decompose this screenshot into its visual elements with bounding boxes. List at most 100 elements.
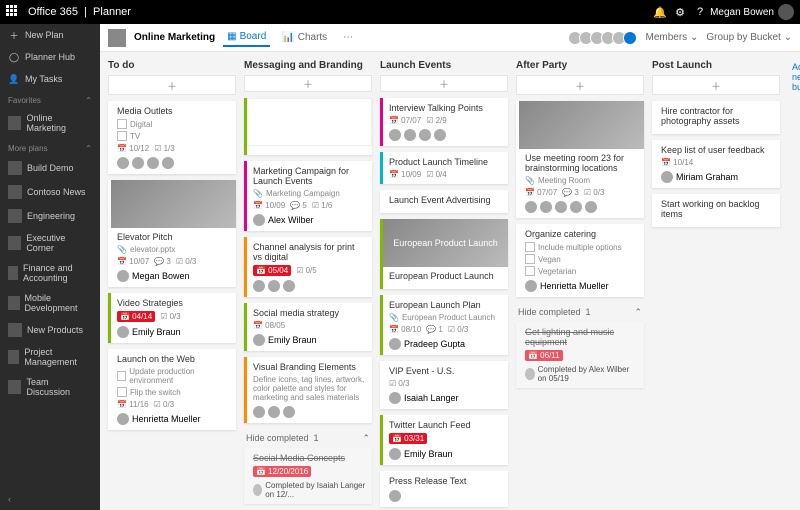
task-card[interactable]: Video Strategies📅 04/14☑ 0/3Emily Braun — [108, 293, 236, 343]
task-card[interactable]: Elevator Pitch📎elevator.pptx📅 10/07💬 3☑ … — [108, 180, 236, 287]
add-task-button[interactable]: ＋ — [652, 75, 780, 95]
avatar — [525, 201, 537, 213]
bucket-column: Launch Events＋ Interview Talking Points📅 … — [380, 58, 508, 504]
checklist-progress: ☑ 0/5 — [296, 266, 317, 275]
checklist-item[interactable]: Vegetarian — [525, 266, 638, 276]
bucket-title[interactable]: Post Launch — [652, 58, 780, 75]
card-title: Product Launch Timeline — [389, 157, 502, 167]
planner-hub-link[interactable]: ◯Planner Hub — [0, 46, 100, 68]
chevron-up-icon: ⌃ — [362, 433, 370, 444]
task-card-completed[interactable]: Get lighting and music equipment📅 06/11C… — [516, 322, 644, 388]
assignee: Henrietta Mueller — [117, 413, 230, 425]
task-card[interactable]: Organize cateringInclude multiple option… — [516, 224, 644, 297]
bucket-title[interactable]: To do — [108, 58, 236, 75]
task-card[interactable]: Hire contractor for photography assets — [652, 101, 780, 134]
task-card[interactable]: Keep list of user feedback📅 10/14Miriam … — [652, 140, 780, 188]
checklist-item[interactable]: Update production environment — [117, 367, 230, 385]
collapse-nav-icon[interactable]: ‹ — [0, 488, 100, 510]
due-badge: 📅 05/04 — [253, 265, 291, 276]
avatar — [525, 280, 537, 292]
bucket-title[interactable]: Messaging and Branding — [244, 58, 372, 75]
plan-members-avatars[interactable] — [571, 31, 637, 45]
chevron-up-icon: ⌃ — [85, 96, 92, 105]
avatar — [389, 448, 401, 460]
favorites-header[interactable]: Favorites⌃ — [0, 90, 100, 108]
task-card[interactable]: Product Launch Timeline📅 10/09☑ 0/4 — [380, 152, 508, 184]
task-card[interactable]: Interview Talking Points📅 07/07☑ 2/9 — [380, 98, 508, 146]
bucket-column: Messaging and Branding＋ Marketing Campaig… — [244, 58, 372, 504]
task-card[interactable]: Use meeting room 23 for brainstorming lo… — [516, 101, 644, 218]
sidebar-plan-item[interactable]: New Products — [0, 318, 100, 342]
comment-count: 💬 5 — [290, 201, 307, 210]
avatar — [389, 392, 401, 404]
task-card[interactable]: Media OutletsDigitalTV📅 10/12☑ 1/3 — [108, 101, 236, 174]
add-task-button[interactable]: ＋ — [108, 75, 236, 95]
due-badge: 📅 06/11 — [525, 350, 563, 361]
task-card[interactable]: Twitter Launch Feed📅 03/31Emily Braun — [380, 415, 508, 465]
my-tasks-link[interactable]: 👤My Tasks — [0, 68, 100, 90]
task-card-completed[interactable]: Social Media Concepts📅 12/20/2016Complet… — [244, 448, 372, 504]
bucket-title[interactable]: After Party — [516, 58, 644, 75]
add-task-button[interactable]: ＋ — [380, 75, 508, 92]
avatar — [778, 4, 794, 20]
help-icon[interactable]: ? — [690, 6, 710, 18]
task-card[interactable]: Social media strategy📅 08/05Emily Braun — [244, 303, 372, 351]
sidebar-plan-item[interactable]: Finance and Accounting — [0, 258, 100, 288]
task-card[interactable]: Visual Branding ElementsDefine icons, ta… — [244, 357, 372, 423]
sidebar-plan-item[interactable]: Contoso News — [0, 180, 100, 204]
card-title: Keep list of user feedback — [661, 145, 774, 155]
task-card[interactable]: Marketing Campaign for Launch Events📎Mar… — [244, 161, 372, 231]
notifications-icon[interactable]: 🔔 — [650, 6, 670, 19]
checklist-item[interactable]: Include multiple options — [525, 242, 638, 252]
avatar — [253, 334, 265, 346]
sidebar-plan-item[interactable]: Build Demo — [0, 156, 100, 180]
new-plan-button[interactable]: ＋New Plan — [0, 24, 100, 46]
sidebar-fav-item[interactable]: Online Marketing — [0, 108, 100, 138]
checklist-item[interactable]: Vegan — [525, 254, 638, 264]
task-card[interactable] — [244, 98, 372, 155]
checklist-item[interactable]: Digital — [117, 119, 230, 129]
task-card[interactable]: VIP Event - U.S.☑ 0/3Isaiah Langer — [380, 361, 508, 409]
checklist-progress: ☑ 0/4 — [426, 170, 447, 179]
app-launcher-icon[interactable] — [6, 5, 20, 19]
members-dropdown[interactable]: Members ⌄ — [645, 32, 698, 43]
sidebar-plan-item[interactable]: Executive Corner — [0, 228, 100, 258]
group-by-dropdown[interactable]: Group by Bucket ⌄ — [706, 32, 792, 43]
more-plans-header[interactable]: More plans⌃ — [0, 138, 100, 156]
bucket-title[interactable]: Launch Events — [380, 58, 508, 75]
task-card[interactable]: Launch on the WebUpdate production envir… — [108, 349, 236, 430]
task-card[interactable]: European Product LaunchEuropean Product … — [380, 219, 508, 289]
board-icon: ▦ — [227, 31, 236, 42]
sidebar-plan-item[interactable]: Engineering — [0, 204, 100, 228]
tab-board[interactable]: ▦Board — [223, 28, 270, 47]
checklist-item[interactable]: TV — [117, 131, 230, 141]
comment-count: 💬 3 — [562, 188, 579, 197]
chevron-up-icon: ⌃ — [634, 307, 642, 318]
card-title: European Product Launch — [389, 271, 502, 281]
sidebar-plan-item[interactable]: Team Discussion — [0, 372, 100, 402]
tab-charts[interactable]: 📊Charts — [278, 29, 331, 46]
assignee: Emily Braun — [253, 334, 366, 346]
assignee: Henrietta Mueller — [525, 280, 638, 292]
task-card[interactable]: Launch Event Advertising — [380, 190, 508, 213]
avatar — [661, 171, 673, 183]
settings-icon[interactable]: ⚙ — [670, 6, 690, 19]
sidebar-plan-item[interactable]: Project Management — [0, 342, 100, 372]
hide-completed-toggle[interactable]: Hide completed 1⌃ — [516, 303, 644, 322]
card-title: VIP Event - U.S. — [389, 366, 502, 376]
task-card[interactable]: Start working on backlog items — [652, 194, 780, 227]
task-card[interactable]: Press Release Text — [380, 471, 508, 507]
add-task-button[interactable]: ＋ — [516, 75, 644, 95]
checklist-item[interactable]: Flip the switch — [117, 387, 230, 397]
more-icon[interactable]: ⋯ — [339, 29, 357, 46]
task-card[interactable]: European Launch Plan📎European Product La… — [380, 295, 508, 355]
add-task-button[interactable]: ＋ — [244, 75, 372, 92]
add-bucket-button[interactable]: Add new bu — [788, 58, 800, 504]
hide-completed-toggle[interactable]: Hide completed 1⌃ — [244, 429, 372, 448]
sidebar-plan-item[interactable]: Mobile Development — [0, 288, 100, 318]
assignee: Pradeep Gupta — [389, 338, 502, 350]
due-date: 📅 11/16 — [117, 400, 149, 409]
assignee: Alex Wilber — [253, 214, 366, 226]
user-menu[interactable]: Megan Bowen — [710, 4, 794, 20]
task-card[interactable]: Channel analysis for print vs digital📅 0… — [244, 237, 372, 297]
